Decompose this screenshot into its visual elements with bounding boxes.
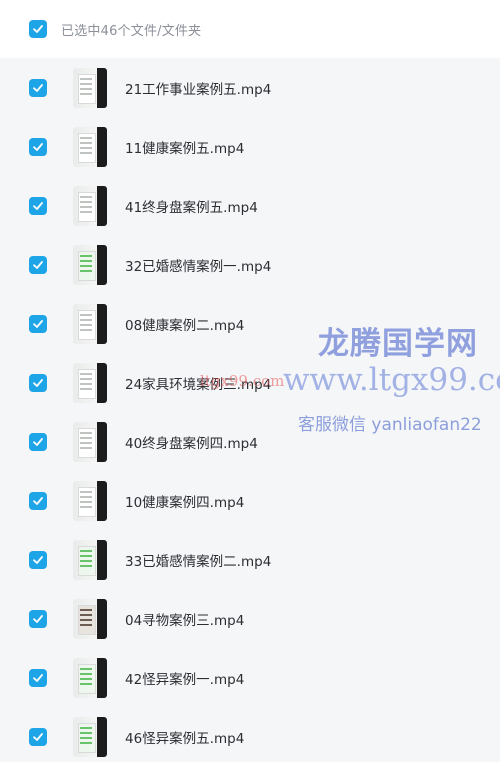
file-checkbox[interactable]: [29, 137, 47, 156]
file-row[interactable]: 42怪异案例一.mp4: [0, 648, 500, 707]
file-name: 10健康案例四.mp4: [125, 494, 245, 511]
check-icon: [33, 319, 43, 328]
file-checkbox[interactable]: [29, 314, 47, 333]
file-checkbox[interactable]: [29, 609, 47, 628]
video-thumbnail-icon: [73, 67, 107, 108]
file-checkbox[interactable]: [29, 491, 47, 510]
selection-header: 已选中46个文件/文件夹: [0, 0, 500, 58]
file-checkbox[interactable]: [29, 432, 47, 451]
file-name: 24家具环境案例三.mp4: [125, 376, 272, 393]
file-checkbox[interactable]: [29, 668, 47, 687]
check-icon: [33, 83, 43, 92]
file-name: 33已婚感情案例二.mp4: [125, 553, 272, 570]
video-thumbnail-icon: [73, 657, 107, 698]
file-checkbox[interactable]: [29, 255, 47, 274]
video-thumbnail-icon: [73, 716, 107, 757]
file-name: 32已婚感情案例一.mp4: [125, 258, 272, 275]
file-row[interactable]: 40终身盘案例四.mp4: [0, 412, 500, 471]
video-thumbnail-icon: [73, 244, 107, 285]
file-row[interactable]: 04寻物案例三.mp4: [0, 589, 500, 648]
check-icon: [33, 732, 43, 741]
file-row[interactable]: 24家具环境案例三.mp4: [0, 353, 500, 412]
file-row[interactable]: 11健康案例五.mp4: [0, 117, 500, 176]
file-name: 46怪异案例五.mp4: [125, 730, 245, 747]
select-all-checkbox[interactable]: [29, 20, 47, 38]
check-icon: [33, 614, 43, 623]
file-row[interactable]: 32已婚感情案例一.mp4: [0, 235, 500, 294]
check-icon: [33, 260, 43, 269]
file-name: 41终身盘案例五.mp4: [125, 199, 258, 216]
check-icon: [33, 201, 43, 210]
file-name: 42怪异案例一.mp4: [125, 671, 245, 688]
selected-count-label: 已选中46个文件/文件夹: [61, 23, 202, 39]
file-name: 40终身盘案例四.mp4: [125, 435, 258, 452]
file-row[interactable]: 10健康案例四.mp4: [0, 471, 500, 530]
video-thumbnail-icon: [73, 185, 107, 226]
file-row[interactable]: 08健康案例二.mp4: [0, 294, 500, 353]
video-thumbnail-icon: [73, 480, 107, 521]
file-checkbox[interactable]: [29, 196, 47, 215]
file-checkbox[interactable]: [29, 550, 47, 569]
file-selection-screen: 已选中46个文件/文件夹 21工作事业案例五.mp4 11健康案例五.mp4 41终…: [0, 0, 500, 762]
video-thumbnail-icon: [73, 126, 107, 167]
check-icon: [33, 555, 43, 564]
video-thumbnail-icon: [73, 303, 107, 344]
video-thumbnail-icon: [73, 598, 107, 639]
file-checkbox[interactable]: [29, 373, 47, 392]
check-icon: [33, 25, 43, 33]
file-name: 11健康案例五.mp4: [125, 140, 245, 157]
file-row[interactable]: 21工作事业案例五.mp4: [0, 58, 500, 117]
video-thumbnail-icon: [73, 421, 107, 462]
file-row[interactable]: 33已婚感情案例二.mp4: [0, 530, 500, 589]
file-checkbox[interactable]: [29, 727, 47, 746]
file-name: 04寻物案例三.mp4: [125, 612, 245, 629]
check-icon: [33, 496, 43, 505]
file-name: 21工作事业案例五.mp4: [125, 81, 272, 98]
file-row[interactable]: 46怪异案例五.mp4: [0, 707, 500, 762]
file-name: 08健康案例二.mp4: [125, 317, 245, 334]
file-row[interactable]: 41终身盘案例五.mp4: [0, 176, 500, 235]
check-icon: [33, 437, 43, 446]
check-icon: [33, 378, 43, 387]
check-icon: [33, 142, 43, 151]
file-checkbox[interactable]: [29, 78, 47, 97]
video-thumbnail-icon: [73, 539, 107, 580]
check-icon: [33, 673, 43, 682]
video-thumbnail-icon: [73, 362, 107, 403]
